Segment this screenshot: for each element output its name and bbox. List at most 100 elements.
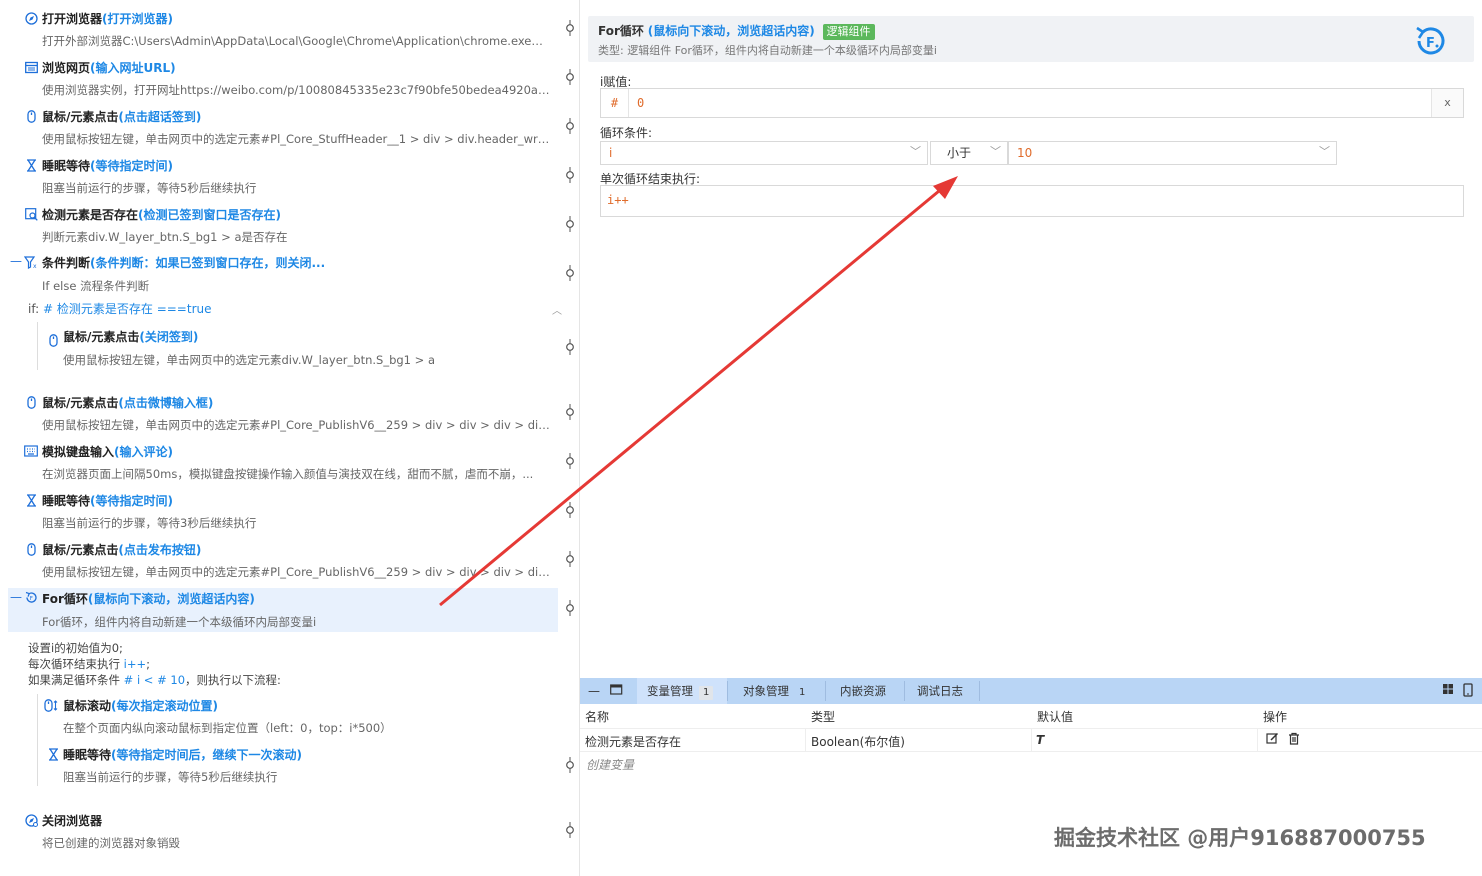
condition-variable-select[interactable]: i ﹀ — [600, 141, 928, 165]
assign-input[interactable]: # 0 x — [600, 88, 1464, 118]
create-variable-link[interactable]: 创建变量 — [586, 756, 634, 773]
step-name: 打开浏览器 — [42, 12, 103, 26]
tab-resources[interactable]: 内嵌资源 — [830, 678, 904, 704]
step-title: 睡眠等待(等待指定时间) — [42, 492, 173, 510]
connector-handle[interactable] — [564, 167, 576, 183]
summary-line: 每次循环结束执行 i++; — [28, 656, 281, 672]
connector-handle[interactable] — [564, 265, 576, 281]
collapse-toggle[interactable]: — — [10, 254, 22, 268]
step-desc: 判断元素div.W_layer_btn.S_bg1 > a是否存在 — [42, 230, 288, 244]
collapse-toggle[interactable]: — — [10, 590, 22, 604]
tab-bar: — 变量管理 1 对象管理 1 内嵌资源 调试日志 — [580, 678, 1482, 704]
connector-handle[interactable] — [564, 404, 576, 420]
step-sleep-wait-3[interactable]: 睡眠等待(等待指定时间后，继续下一次滚动) 阻塞当前运行的步骤，等待5秒后继续执… — [28, 746, 556, 794]
step-alias: (点击微博输入框) — [118, 396, 214, 410]
step-name: 鼠标滚动 — [63, 699, 112, 713]
step-alias: (检测已签到窗口是否存在) — [138, 208, 281, 222]
step-title: 鼠标/元素点击(关闭签到) — [63, 328, 198, 346]
step-title: 检测元素是否存在(检测已签到窗口是否存在) — [42, 206, 281, 224]
variable-name[interactable]: 检测元素是否存在 — [585, 733, 681, 750]
step-title: 关闭浏览器 — [42, 812, 102, 830]
minimize-icon[interactable]: — — [588, 684, 600, 698]
step-sleep-wait[interactable]: 睡眠等待(等待指定时间) 阻塞当前运行的步骤，等待5秒后继续执行 — [8, 157, 556, 205]
step-alias: (鼠标向下滚动，浏览超话内容) — [87, 592, 255, 606]
variable-default[interactable]: T — [1036, 733, 1044, 747]
tab-objects[interactable]: 对象管理 1 — [733, 678, 823, 704]
step-name: 鼠标/元素点击 — [42, 396, 119, 410]
assign-value[interactable]: 0 — [637, 89, 644, 117]
watermark-text: 掘金技术社区 @用户916887000755 — [1054, 826, 1426, 850]
if-branch-header[interactable]: if: # 检测元素是否存在 ===true — [28, 300, 212, 318]
step-alias: (等待指定时间后，继续下一次滚动) — [111, 748, 302, 762]
step-title: 鼠标/元素点击(点击发布按钮) — [42, 541, 201, 559]
step-desc: 阻塞当前运行的步骤，等待5秒后继续执行 — [42, 181, 257, 195]
tab-debug-log[interactable]: 调试日志 — [907, 678, 981, 704]
step-open-browser[interactable]: 打开浏览器(打开浏览器) 打开外部浏览器C:\Users\Admin\AppDa… — [8, 10, 556, 58]
connector-handle[interactable] — [564, 118, 576, 134]
svg-text:x: x — [33, 263, 37, 269]
mobile-icon[interactable] — [1463, 683, 1473, 700]
step-desc: 在浏览器页面上间隔50ms，模拟键盘按键操作输入颜值与演技双在线，甜而不腻，虐而… — [42, 467, 534, 481]
connector-handle[interactable] — [564, 757, 576, 773]
connector-handle[interactable] — [564, 453, 576, 469]
connector-handle[interactable] — [564, 551, 576, 567]
restore-icon[interactable] — [610, 683, 623, 698]
step-desc: 阻塞当前运行的步骤，等待3秒后继续执行 — [42, 516, 257, 530]
step-desc: 使用浏览器实例，打开网址https://weibo.com/p/10080845… — [42, 83, 554, 97]
tab-variables[interactable]: 变量管理 1 — [637, 678, 727, 704]
delete-icon[interactable] — [1288, 732, 1300, 748]
connector-handle[interactable] — [564, 339, 576, 355]
step-mouse-click-close[interactable]: 鼠标/元素点击(关闭签到) 使用鼠标按钮左键，单击网页中的选定元素div.W_l… — [28, 328, 556, 376]
for-loop-icon: F — [1414, 24, 1448, 58]
condition-operator-select[interactable]: 小于 ﹀ — [930, 141, 1008, 165]
column-header-type: 类型 — [811, 710, 836, 724]
step-name: 鼠标/元素点击 — [63, 330, 140, 344]
exec-code[interactable]: i++ — [607, 193, 629, 207]
step-sleep-wait-2[interactable]: 睡眠等待(等待指定时间) 阻塞当前运行的步骤，等待3秒后继续执行 — [8, 492, 556, 540]
step-detect-element[interactable]: 检测元素是否存在(检测已签到窗口是否存在) 判断元素div.W_layer_bt… — [8, 206, 556, 254]
flow-panel: 打开浏览器(打开浏览器) 打开外部浏览器C:\Users\Admin\AppDa… — [0, 0, 580, 876]
summary-highlight: i++ — [123, 657, 147, 671]
step-for-loop[interactable]: — F For循环(鼠标向下滚动，浏览超话内容) For循环，组件内将自动新建一… — [8, 588, 558, 632]
windows-icon[interactable] — [1442, 683, 1454, 698]
step-close-browser[interactable]: 关闭浏览器 将已创建的浏览器对象销毁 — [8, 812, 556, 860]
mouse-icon — [24, 110, 38, 124]
step-condition[interactable]: — x 条件判断(条件判断：如果已签到窗口存在，则关闭... If else 流… — [8, 254, 556, 302]
connector-handle[interactable] — [564, 20, 576, 36]
variable-type[interactable]: Boolean(布尔值) — [811, 733, 905, 750]
step-desc: 打开外部浏览器C:\Users\Admin\AppData\Local\Goog… — [42, 34, 554, 48]
summary-line: 如果满足循环条件 # i < # 10，则执行以下流程: — [28, 672, 281, 688]
connector-handle[interactable] — [564, 216, 576, 232]
clear-button[interactable]: x — [1431, 89, 1463, 117]
if-condition: # 检测元素是否存在 ===true — [43, 302, 212, 316]
scroll-mouse-icon — [44, 699, 58, 713]
step-name: 关闭浏览器 — [42, 814, 103, 828]
mouse-icon — [24, 543, 38, 557]
chevron-up-icon[interactable]: ︿ — [552, 302, 562, 317]
step-mouse-click-input[interactable]: 鼠标/元素点击(点击微博输入框) 使用鼠标按钮左键，单击网页中的选定元素#Pl_… — [8, 394, 556, 442]
filter-icon: x — [23, 256, 38, 270]
connector-handle[interactable] — [564, 600, 576, 616]
connector-handle[interactable] — [564, 822, 576, 838]
tab-label: 调试日志 — [917, 684, 963, 698]
exec-code-editor[interactable]: i++ — [600, 185, 1464, 217]
condition-value-select[interactable]: 10 ﹀ — [1008, 141, 1337, 165]
mouse-icon — [24, 396, 38, 410]
step-mouse-scroll[interactable]: 鼠标滚动(每次指定滚动位置) 在整个页面内纵向滚动鼠标到指定位置（left：0，… — [28, 697, 556, 745]
tab-label: 内嵌资源 — [840, 684, 886, 698]
step-mouse-click-publish[interactable]: 鼠标/元素点击(点击发布按钮) 使用鼠标按钮左键，单击网页中的选定元素#Pl_C… — [8, 541, 556, 589]
connector-handle[interactable] — [564, 69, 576, 85]
connector-handle[interactable] — [564, 502, 576, 518]
step-desc: 阻塞当前运行的步骤，等待5秒后继续执行 — [63, 770, 278, 784]
step-desc: 使用鼠标按钮左键，单击网页中的选定元素#Pl_Core_PublishV6__2… — [42, 565, 554, 579]
number-type-prefix[interactable]: # — [601, 89, 629, 117]
step-browse-page[interactable]: 浏览网页(输入网址URL) 使用浏览器实例，打开网址https://weibo.… — [8, 59, 556, 107]
step-mouse-click-checkin[interactable]: 鼠标/元素点击(点击超话签到) 使用鼠标按钮左键，单击网页中的选定元素#Pl_C… — [8, 108, 556, 156]
tab-label: 对象管理 — [743, 684, 789, 698]
summary-text: 每次循环结束执行 — [28, 657, 124, 671]
step-title: 鼠标滚动(每次指定滚动位置) — [63, 697, 218, 715]
compass-icon — [24, 12, 38, 26]
step-keyboard-input[interactable]: 模拟键盘输入(输入评论) 在浏览器页面上间隔50ms，模拟键盘按键操作输入颜值与… — [8, 443, 556, 491]
condition-label: 循环条件: — [600, 126, 653, 140]
edit-icon[interactable] — [1266, 732, 1279, 748]
